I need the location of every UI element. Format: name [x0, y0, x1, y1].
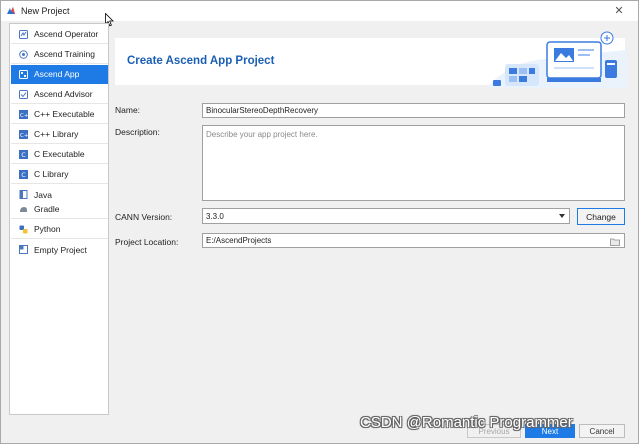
chevron-down-icon [559, 214, 565, 218]
project-banner: Create Ascend App Project [115, 31, 627, 88]
empty-project-icon [19, 245, 28, 254]
name-label: Name: [115, 105, 141, 115]
cancel-button[interactable]: Cancel [579, 424, 625, 438]
project-location-value: E:/AscendProjects [206, 236, 272, 245]
advisor-icon [19, 89, 28, 99]
training-icon [19, 49, 28, 59]
title-bar[interactable]: New Project ✕ [1, 1, 638, 21]
sidebar-item-label: C++ Executable [34, 109, 95, 119]
sidebar-item-label: C++ Library [34, 129, 79, 139]
new-project-dialog: New Project ✕ Ascend Operator Ascend Tra… [0, 0, 639, 444]
cann-version-dropdown[interactable]: 3.3.0 [202, 208, 570, 224]
cann-version-label: CANN Version: [115, 212, 173, 222]
cpp-icon: C+ [19, 109, 28, 119]
page-title: Create Ascend App Project [127, 55, 275, 67]
sidebar-item-label: Java [34, 189, 52, 200]
sidebar-item-ascend-app[interactable]: Ascend App [11, 65, 108, 84]
c-icon: C [19, 149, 28, 159]
sidebar-item-label: Ascend Advisor [34, 89, 93, 99]
folder-icon[interactable] [610, 238, 620, 246]
banner-illustration-icon [487, 31, 627, 88]
name-value: BinocularStereoDepthRecovery [206, 106, 319, 115]
project-type-sidebar: Ascend Operator Ascend Training Ascend A… [9, 23, 109, 415]
sidebar-item-label: C Executable [34, 149, 85, 159]
project-location-field[interactable]: E:/AscendProjects [202, 233, 625, 248]
sidebar-item-label: Python [34, 224, 61, 234]
operator-icon [19, 29, 28, 39]
python-icon [19, 225, 28, 233]
svg-text:C: C [21, 151, 26, 159]
window-title: New Project [21, 6, 70, 16]
app-logo-icon [6, 6, 16, 16]
java-icon [19, 190, 28, 199]
sidebar-item-gradle[interactable]: Gradle [11, 200, 108, 219]
sidebar-item-ascend-advisor[interactable]: Ascend Advisor [11, 85, 108, 104]
sidebar-item-python[interactable]: Python [11, 220, 108, 239]
watermark: CSDN @Romantic Programmer [360, 414, 573, 431]
sidebar-item-ascend-operator[interactable]: Ascend Operator [11, 25, 108, 44]
sidebar-item-ascend-training[interactable]: Ascend Training [11, 45, 108, 64]
svg-text:C+: C+ [20, 133, 28, 139]
sidebar-item-label: Ascend App [34, 69, 80, 79]
sidebar-item-label: Ascend Operator [34, 29, 99, 39]
gradle-icon [20, 206, 27, 212]
sidebar-item-empty-project[interactable]: Empty Project [11, 240, 108, 259]
sidebar-item-cpp-executable[interactable]: C+ C++ Executable [11, 105, 108, 124]
svg-text:C+: C+ [20, 113, 28, 119]
description-field[interactable]: Describe your app project here. [202, 125, 625, 201]
app-icon [19, 69, 28, 79]
c-icon: C [19, 169, 28, 179]
sidebar-item-c-executable[interactable]: C C Executable [11, 145, 108, 164]
svg-text:C: C [21, 171, 26, 179]
sidebar-item-label: Empty Project [34, 244, 87, 255]
sidebar-item-label: C Library [34, 169, 69, 179]
close-icon[interactable]: ✕ [609, 4, 629, 18]
description-placeholder: Describe your app project here. [206, 130, 318, 139]
change-button[interactable]: Change [577, 208, 625, 225]
name-field[interactable]: BinocularStereoDepthRecovery [202, 103, 625, 118]
sidebar-item-label: Gradle [34, 204, 60, 214]
sidebar-item-cpp-library[interactable]: C+ C++ Library [11, 125, 108, 144]
sidebar-item-label: Ascend Training [34, 49, 95, 59]
cann-version-value: 3.3.0 [206, 211, 224, 221]
cpp-icon: C+ [19, 129, 28, 139]
description-label: Description: [115, 127, 160, 137]
sidebar-item-c-library[interactable]: C C Library [11, 165, 108, 184]
project-location-label: Project Location: [115, 237, 179, 247]
